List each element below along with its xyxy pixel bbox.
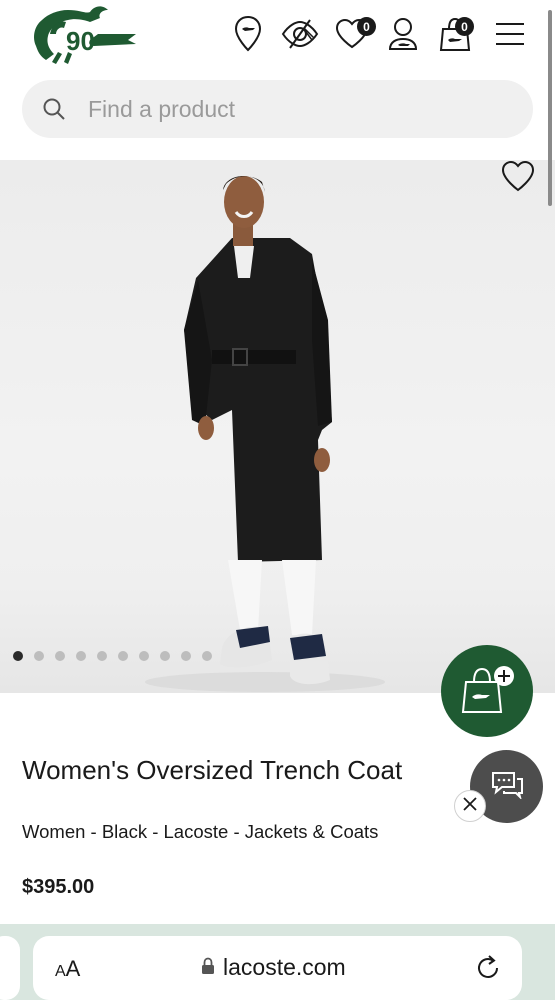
pagination-dot[interactable] [118, 651, 128, 661]
product-price: $395.00 [22, 876, 95, 898]
reload-button[interactable] [476, 954, 502, 987]
close-icon [463, 796, 477, 816]
pagination-dot[interactable] [34, 651, 44, 661]
shopping-bag-plus-icon [458, 664, 516, 719]
product-breadcrumb[interactable]: Women - Black - Lacoste - Jackets & Coat… [22, 821, 378, 843]
pagination-dot[interactable] [139, 651, 149, 661]
pagination-dot[interactable] [181, 651, 191, 661]
pagination-dot[interactable] [160, 651, 170, 661]
close-chat-button[interactable] [454, 790, 486, 822]
url-text: lacoste.com [223, 954, 346, 980]
cart-count-badge: 0 [455, 17, 474, 36]
menu-icon[interactable] [494, 14, 526, 54]
search-input[interactable] [88, 80, 508, 138]
browser-toolbar: AA lacoste.com [0, 924, 555, 1000]
lacoste-logo[interactable]: 90 [28, 4, 138, 66]
logo-wordmark: 90 [66, 26, 95, 56]
address-bar[interactable]: AA lacoste.com [33, 936, 522, 1000]
add-to-bag-button[interactable] [441, 645, 533, 737]
reader-settings-button[interactable]: AA [55, 956, 80, 982]
pagination-dot[interactable] [202, 651, 212, 661]
wishlist-count-badge: 0 [357, 17, 376, 36]
product-title: Women's Oversized Trench Coat [22, 755, 403, 785]
visually-impaired-icon[interactable] [280, 14, 320, 54]
account-icon[interactable] [388, 14, 418, 54]
product-page: 90 0 0 Find a product Women's Oversized … [0, 0, 555, 1000]
pagination-dot[interactable] [97, 651, 107, 661]
reload-icon [476, 955, 502, 986]
chat-bubbles-icon [490, 769, 524, 804]
pagination-dot[interactable] [76, 651, 86, 661]
pagination-dot[interactable] [55, 651, 65, 661]
gallery-pagination [13, 651, 212, 661]
previous-tab[interactable] [0, 936, 20, 1000]
site-header: 90 0 0 [0, 0, 555, 72]
product-image[interactable] [0, 160, 555, 693]
search-bar[interactable] [22, 80, 533, 138]
pagination-dot[interactable] [13, 651, 23, 661]
save-to-wishlist-button[interactable] [501, 160, 535, 197]
url-display[interactable]: lacoste.com [201, 954, 346, 981]
lock-icon [201, 954, 215, 981]
store-locator-icon[interactable] [232, 14, 264, 54]
search-icon [42, 97, 66, 126]
page-scrollbar[interactable] [548, 10, 552, 206]
